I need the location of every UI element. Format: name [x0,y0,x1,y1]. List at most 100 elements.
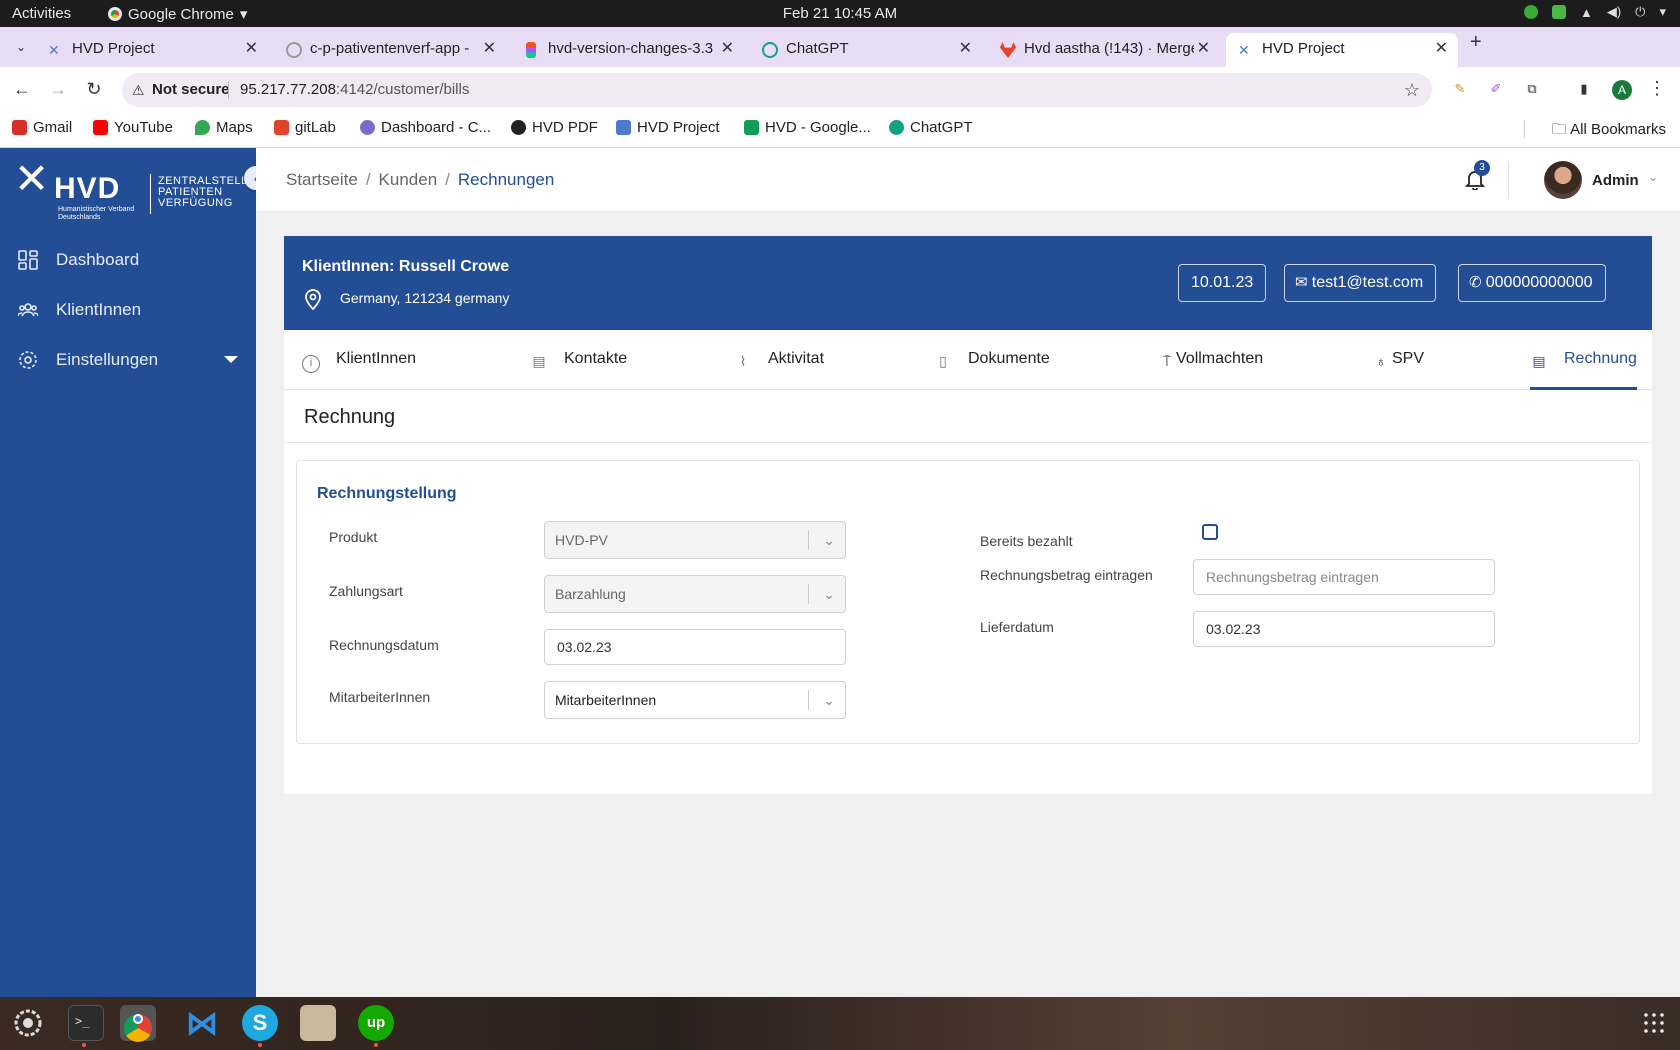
upwork-icon[interactable]: up [358,1005,394,1041]
rechnungsbetrag-input[interactable]: Rechnungsbetrag eintragen [1193,559,1495,595]
mail-icon: ✉ [1295,274,1312,291]
sidebar-item-klientinnen[interactable]: KlientInnen [0,288,256,332]
tab-search-icon[interactable]: ⌄ [10,36,32,58]
info-icon: i [302,355,320,373]
tab-klientinnen[interactable]: i KlientInnen [302,350,416,390]
maps-icon [195,120,210,135]
chevron-down-icon[interactable]: ⌄ [1648,170,1658,184]
sidebar-item-einstellungen[interactable]: Einstellungen [0,338,256,382]
settings-gear-icon[interactable] [10,1005,46,1041]
warning-icon[interactable]: ⚠ [132,73,145,107]
bookmark-maps[interactable]: Maps [195,119,253,136]
extension-brush-icon[interactable]: ✐ [1486,79,1506,99]
paint-roller-icon: ⍑ [1162,353,1172,369]
wifi-icon[interactable]: ▲ [1580,5,1593,20]
bookmark-hvd-pdf[interactable]: HVD PDF [511,119,598,136]
activities-button[interactable]: Activities [12,5,71,22]
chrome-icon[interactable] [120,1005,156,1042]
bookmark-chatgpt[interactable]: ChatGPT [889,119,973,136]
forward-icon[interactable]: → [47,78,69,100]
browser-tab[interactable]: ✕ HVD Project ✕ [36,33,268,67]
mitarbeiter-select[interactable]: MitarbeiterInnen ⌄ [544,681,846,719]
url-text[interactable]: 95.217.77.208:4142/customer/bills [240,73,469,107]
chevron-down-icon[interactable] [224,356,238,363]
browser-tab[interactable]: Hvd aastha (!143) · Merge ✕ [988,33,1220,67]
bookmark-hvd-google[interactable]: HVD - Google... [744,119,871,136]
extension-pen-icon[interactable]: ✎ [1450,79,1470,99]
system-tray[interactable]: ▲ ◀) ⏻ ▾ [1523,4,1666,20]
terminal-icon[interactable]: >_ [68,1005,104,1041]
page-favicon-icon [286,42,302,58]
running-indicator [258,1043,262,1047]
tab-aktivitat[interactable]: ⌇ Aktivitat [734,350,824,390]
browser-tab[interactable]: hvd-version-changes-3.3 ✕ [512,33,744,67]
vpn-icon[interactable] [1523,5,1538,19]
zahlungsart-select[interactable]: Barzahlung ⌄ [544,575,846,613]
bookmark-dashboard[interactable]: Dashboard - C... [360,119,491,136]
bookmark-label: HVD PDF [532,119,598,136]
app-menu[interactable]: Google Chrome ▾ [108,5,247,23]
kebab-menu-icon[interactable]: ⋮ [1648,78,1666,99]
bookmark-youtube[interactable]: YouTube [93,119,173,136]
logo-subtitle: Humanistischer Verband Deutschlands [58,206,135,221]
client-email-button[interactable]: ✉ test1@test.com [1284,264,1437,302]
tab-kontakte[interactable]: ▤ Kontakte [530,350,627,390]
tab-dokumente[interactable]: ▯ Dokumente [934,350,1050,390]
extensions-puzzle-icon[interactable]: ⧉ [1522,79,1542,99]
chevron-down-icon[interactable]: ▾ [1659,4,1666,20]
vscode-icon[interactable]: ⋈ [184,1005,220,1041]
gitlab-icon [274,120,289,135]
address-bar[interactable]: ⚠ Not secure 95.217.77.208:4142/customer… [122,73,1432,107]
all-bookmarks-button[interactable]: 🗀 All Bookmarks [1552,119,1666,144]
people-icon [18,303,38,317]
bookmark-hvd-project[interactable]: HVD Project [616,119,720,136]
tab-rechnung[interactable]: ▤ Rechnung [1530,350,1637,390]
app-sidebar: ✕ HVD Humanistischer Verband Deutschland… [0,148,268,997]
rechnungsdatum-input[interactable]: 03.02.23 [544,629,846,665]
breadcrumb-rechnungen: Rechnungen [457,170,555,189]
close-icon[interactable]: ✕ [1435,33,1448,65]
reload-icon[interactable]: ↻ [83,78,105,100]
app-grid-icon[interactable] [1642,1011,1666,1035]
divider [808,530,809,550]
files-folder-icon[interactable] [300,1005,336,1041]
side-panel-icon[interactable]: ▮ [1574,79,1594,99]
hvd-logo[interactable]: ✕ HVD Humanistischer Verband Deutschland… [14,154,255,221]
close-icon[interactable]: ✕ [483,33,496,65]
hvd-logo-mark-icon: ✕ [14,154,50,203]
breadcrumb-kunden[interactable]: Kunden [379,170,438,189]
back-icon[interactable]: ← [11,78,33,100]
bereits-bezahlt-checkbox[interactable] [1202,524,1218,540]
profile-avatar[interactable]: A [1612,80,1632,100]
new-tab-button[interactable]: + [1470,31,1482,54]
sheets-icon [744,120,759,135]
close-icon[interactable]: ✕ [721,33,734,65]
skype-icon[interactable]: S [242,1005,278,1041]
lieferdatum-input[interactable]: 03.02.23 [1193,611,1495,647]
tab-label: Aktivitat [768,350,825,367]
bookmark-star-icon[interactable]: ☆ [1404,73,1420,107]
user-name[interactable]: Admin [1592,172,1639,189]
browser-tab[interactable]: c-p-pativentenverf-app - ✕ [274,33,506,67]
produkt-select[interactable]: HVD-PV ⌄ [544,521,846,559]
browser-tab[interactable]: ChatGPT ✕ [750,33,982,67]
security-label[interactable]: Not secure [152,73,230,107]
tab-spv[interactable]: ♁ SPV [1372,350,1424,390]
close-icon[interactable]: ✕ [245,33,258,65]
system-clock[interactable]: Feb 21 10:45 AM [0,5,1680,22]
bookmark-gitlab[interactable]: gitLab [274,119,336,136]
tab-vollmachten[interactable]: ⍑ Vollmachten [1158,350,1263,390]
shield-check-icon[interactable] [1551,5,1566,19]
bookmark-label: gitLab [295,119,336,136]
browser-tab-active[interactable]: ✕ HVD Project ✕ [1226,33,1458,67]
breadcrumb-startseite[interactable]: Startseite [286,170,358,189]
volume-icon[interactable]: ◀) [1607,4,1621,20]
sidebar-item-dashboard[interactable]: Dashboard [0,238,256,282]
power-icon[interactable]: ⏻ [1635,4,1645,20]
divider [808,584,809,604]
client-phone-button[interactable]: ✆ 000000000000 [1458,264,1606,302]
avatar[interactable] [1544,161,1582,199]
bookmark-gmail[interactable]: Gmail [12,119,72,136]
close-icon[interactable]: ✕ [1197,33,1210,65]
close-icon[interactable]: ✕ [959,33,972,65]
